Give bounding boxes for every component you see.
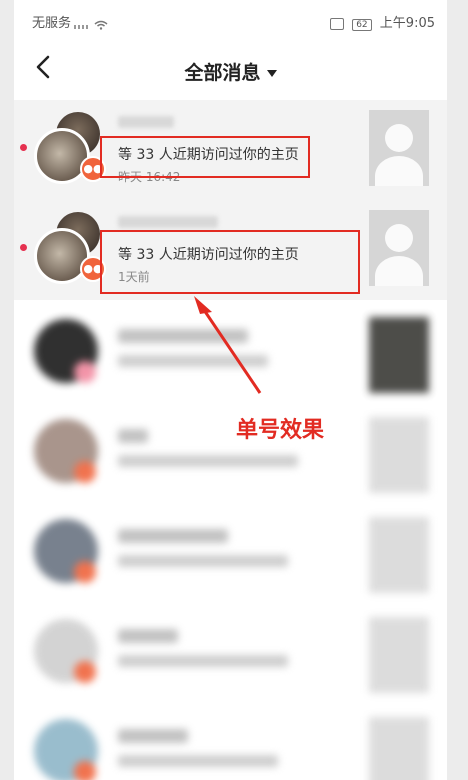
annotation-label: 单号效果 xyxy=(236,418,325,443)
annotation-arrow-icon xyxy=(194,296,262,394)
phone-screen: 无服务 62 上午9:05 全部消息 ●● 等 33 人近期访问过你的主页 昨天… xyxy=(14,0,447,780)
